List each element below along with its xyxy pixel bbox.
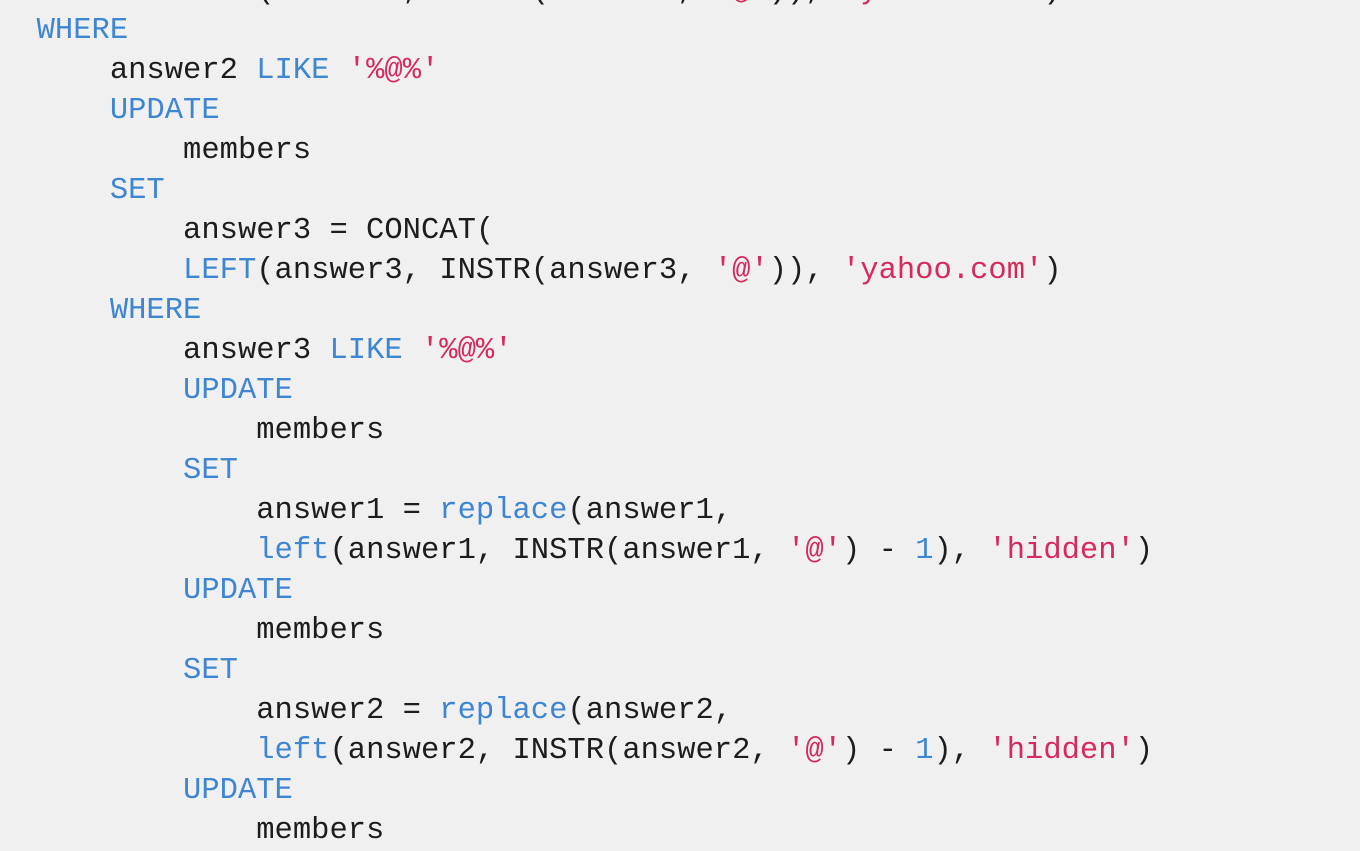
token-num: 1 bbox=[915, 734, 933, 768]
token-kw: LIKE bbox=[256, 54, 329, 88]
token-str: '@' bbox=[714, 254, 769, 288]
token-str: '@' bbox=[787, 734, 842, 768]
sql-code-block: LEFT(answer2, INSTR(answer2, '@')), 'yah… bbox=[0, 0, 1360, 851]
token-kw: UPDATE bbox=[183, 774, 293, 808]
token-str: '%@%' bbox=[421, 334, 513, 368]
token-fn2: replace bbox=[439, 494, 567, 528]
token-str: '%@%' bbox=[348, 54, 440, 88]
token-str: 'hidden' bbox=[988, 534, 1134, 568]
token-kw: UPDATE bbox=[183, 574, 293, 608]
token-kw: WHERE bbox=[37, 14, 129, 48]
token-str: 'hidden' bbox=[988, 734, 1134, 768]
token-num: 1 bbox=[915, 534, 933, 568]
token-kw: SET bbox=[183, 454, 238, 488]
token-kw: LIKE bbox=[329, 334, 402, 368]
token-str: 'yahoo.com' bbox=[842, 0, 1043, 8]
token-fn: LEFT bbox=[183, 254, 256, 288]
token-kw: SET bbox=[183, 654, 238, 688]
token-kw: SET bbox=[110, 174, 165, 208]
token-kw: UPDATE bbox=[183, 374, 293, 408]
token-kw: WHERE bbox=[110, 294, 202, 328]
token-kw: UPDATE bbox=[110, 94, 220, 128]
token-str: 'yahoo.com' bbox=[842, 254, 1043, 288]
token-str: '@' bbox=[787, 534, 842, 568]
code-content: LEFT(answer2, INSTR(answer2, '@')), 'yah… bbox=[0, 0, 1153, 851]
token-fn: LEFT bbox=[183, 0, 256, 8]
token-fn2: replace bbox=[439, 694, 567, 728]
token-str: '@' bbox=[714, 0, 769, 8]
token-fn: left bbox=[256, 734, 329, 768]
token-fn: left bbox=[256, 534, 329, 568]
